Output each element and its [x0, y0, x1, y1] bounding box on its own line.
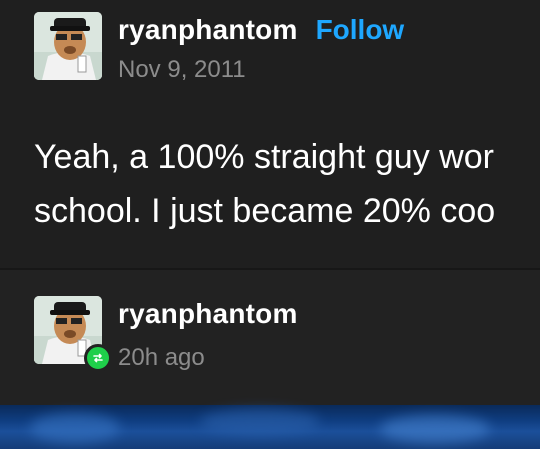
post-header: ryanphantom Follow Nov 9, 2011: [34, 12, 404, 84]
avatar-image: [34, 12, 102, 80]
name-row: ryanphantom: [118, 298, 298, 334]
post-body: Yeah, a 100% straight guy wor school. I …: [34, 130, 540, 238]
reblog-icon: [84, 344, 112, 372]
avatar[interactable]: [34, 12, 102, 80]
reblog-header: ryanphantom 20h ago: [34, 296, 298, 372]
post-body-line: Yeah, a 100% straight guy wor: [34, 138, 494, 176]
reblog-avatar-wrap: [34, 296, 112, 372]
reblog-card: ryanphantom 20h ago: [0, 270, 540, 405]
reblog-time: 20h ago: [118, 344, 205, 371]
reblog-meta: ryanphantom 20h ago: [118, 298, 298, 372]
image-preview[interactable]: [0, 405, 540, 449]
follow-button[interactable]: Follow: [316, 14, 405, 46]
post-body-line: school. I just became 20% coo: [34, 192, 496, 230]
username[interactable]: ryanphantom: [118, 298, 298, 330]
post-meta: ryanphantom Follow Nov 9, 2011: [118, 14, 404, 84]
post-card: ryanphantom Follow Nov 9, 2011 Yeah, a 1…: [0, 0, 540, 268]
name-row: ryanphantom Follow: [118, 14, 404, 50]
username[interactable]: ryanphantom: [118, 14, 298, 46]
post-date: Nov 9, 2011: [118, 56, 246, 83]
